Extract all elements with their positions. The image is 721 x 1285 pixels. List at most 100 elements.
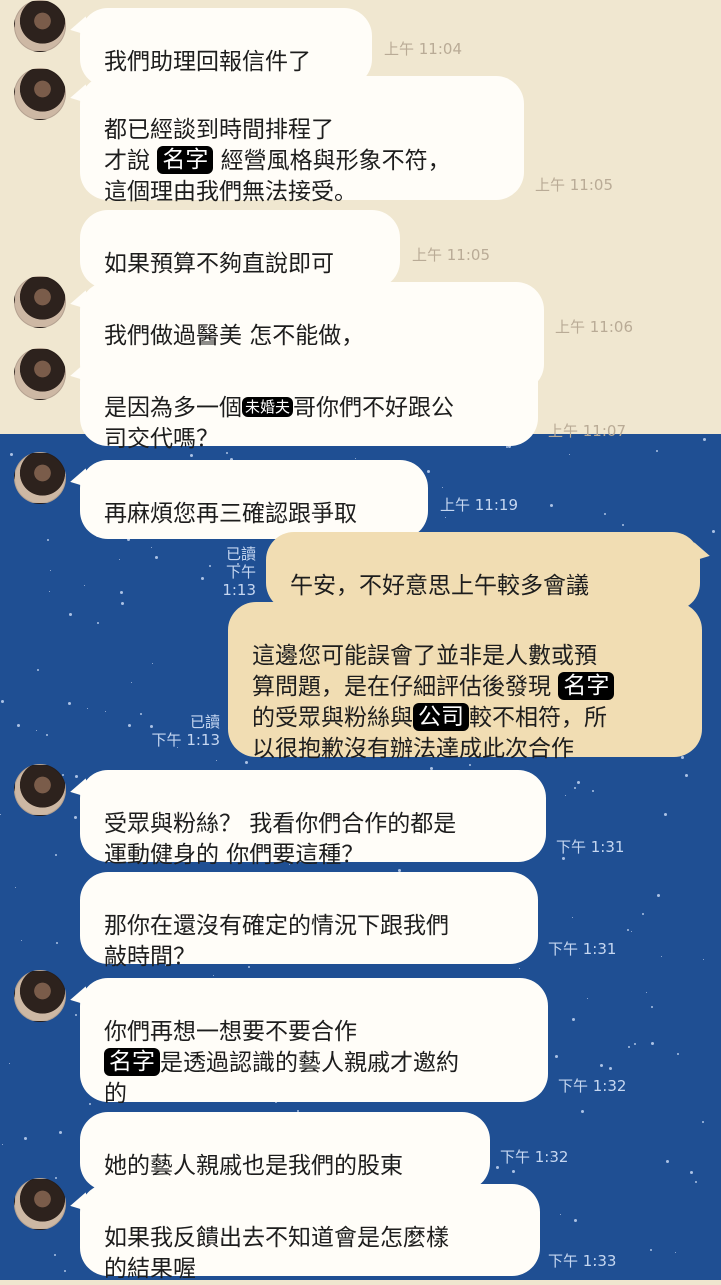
message-text: 如果我反饋出去不知道會是怎麼樣 xyxy=(104,1225,449,1251)
message-bubble[interactable]: 那你在還沒有確定的情況下跟我們 敲時間？ xyxy=(80,872,538,970)
contact-avatar[interactable] xyxy=(14,348,66,400)
message-text: 那你在還沒有確定的情況下跟我們 xyxy=(104,913,449,939)
star-speck xyxy=(512,1170,515,1173)
contact-avatar[interactable] xyxy=(14,970,66,1022)
star-speck xyxy=(560,1214,561,1215)
star-speck xyxy=(213,975,214,976)
star-speck xyxy=(9,1063,10,1064)
star-speck xyxy=(105,711,106,712)
star-speck xyxy=(661,956,662,957)
star-speck xyxy=(664,813,667,816)
star-speck xyxy=(68,702,71,705)
message-bubble[interactable]: 都已經談到時間排程了 才說 名字 經營風格與形象不符， 這個理由我們無法接受。 xyxy=(80,76,524,205)
star-speck xyxy=(702,1121,704,1123)
star-speck xyxy=(604,513,606,515)
star-speck xyxy=(651,1006,653,1008)
message-bubble[interactable]: 如果預算不夠直說即可 xyxy=(80,210,400,289)
star-speck xyxy=(2,1144,3,1145)
message-time: 上午 11:05 xyxy=(535,176,613,194)
contact-avatar[interactable] xyxy=(14,0,66,52)
contact-avatar[interactable] xyxy=(14,452,66,504)
star-speck xyxy=(634,1043,636,1045)
star-speck xyxy=(496,1166,499,1169)
star-speck xyxy=(64,1270,66,1272)
star-speck xyxy=(87,708,88,709)
star-speck xyxy=(0,814,1,815)
message-text: 都已經談到時間排程了 xyxy=(104,117,334,143)
star-speck xyxy=(631,931,632,932)
contact-avatar[interactable] xyxy=(14,764,66,816)
star-speck xyxy=(226,452,228,454)
star-speck xyxy=(442,487,443,488)
message-text: 敲時間？ xyxy=(104,944,196,970)
star-speck xyxy=(592,790,594,792)
contact-avatar[interactable] xyxy=(14,68,66,120)
star-speck xyxy=(128,724,131,727)
message-text: 這個理由我們無法接受。 xyxy=(104,179,357,205)
read-label: 已讀 xyxy=(225,545,256,563)
star-speck xyxy=(628,1046,630,1048)
message-text: 運動健身的 你們要這種？ xyxy=(104,842,365,868)
message-time: 下午 1:32 xyxy=(558,1077,627,1095)
redacted-name-tag: 名字 xyxy=(157,146,214,174)
star-speck xyxy=(622,524,624,526)
message-text: 經營風格與形象不符， xyxy=(213,148,451,174)
star-speck xyxy=(10,453,13,456)
star-speck xyxy=(15,887,16,888)
message-bubble[interactable]: 你們再想一想要不要合作 名字 是透過認識的藝人親戚才邀約的 xyxy=(80,978,548,1107)
message-text: 哥你們不好跟公 xyxy=(293,395,455,421)
message-bubble[interactable]: 是因為多一個 未婚夫 哥你們不好跟公 司交代嗎？ xyxy=(80,354,538,452)
message-time: 上午 11:07 xyxy=(548,422,626,440)
message-text: 的受眾與粉絲與 xyxy=(252,705,413,731)
star-speck xyxy=(47,539,49,541)
star-speck xyxy=(651,1042,654,1045)
star-speck xyxy=(581,1110,584,1113)
star-speck xyxy=(657,894,660,897)
message-text: 算問題，是在仔細評估後發現 xyxy=(252,674,559,700)
star-speck xyxy=(642,913,644,915)
redacted-company-tag: 公司 xyxy=(413,703,469,731)
message-text: 是透過認識的藝人親戚才邀約 xyxy=(160,1050,459,1076)
message-bubble[interactable]: 受眾與粉絲？ 我看你們合作的都是 運動健身的 你們要這種？ xyxy=(80,770,546,868)
contact-avatar[interactable] xyxy=(14,276,66,328)
star-speck xyxy=(46,734,48,736)
star-speck xyxy=(152,663,153,664)
star-speck xyxy=(656,450,658,452)
star-speck xyxy=(50,570,51,571)
star-speck xyxy=(609,1067,612,1070)
read-label: 已讀 xyxy=(189,713,220,731)
star-speck xyxy=(677,1053,679,1055)
star-speck xyxy=(562,857,565,860)
message-text: 司交代嗎？ xyxy=(104,426,219,452)
redacted-fiance-tag: 未婚夫 xyxy=(242,397,294,417)
star-speck xyxy=(97,622,99,624)
message-text: 午安，不好意思上午較多會議 xyxy=(290,573,589,599)
message-text: 較不相符，所 xyxy=(469,705,607,731)
message-text: 我們做過醫美 怎不能做， xyxy=(104,323,365,349)
message-bubble[interactable]: 如果我反饋出去不知道會是怎麼樣 的結果喔 xyxy=(80,1184,540,1282)
outgoing-message-bubble[interactable]: 這邊您可能誤會了並非是人數或預 算問題，是在仔細評估後發現 名字 的受眾與粉絲與 公司… xyxy=(228,602,702,762)
star-speck xyxy=(666,1160,669,1163)
star-speck xyxy=(1,700,4,703)
outgoing-message-bubble[interactable]: 午安，不好意思上午較多會議 xyxy=(266,532,700,611)
message-text: 再麻煩您再三確認跟爭取 xyxy=(104,501,357,527)
star-speck xyxy=(37,669,39,671)
star-speck xyxy=(54,1254,56,1256)
star-speck xyxy=(89,1103,91,1105)
star-speck xyxy=(572,1018,575,1021)
star-speck xyxy=(248,966,250,968)
message-time: 下午 1:32 xyxy=(500,1148,569,1166)
message-bubble[interactable]: 她的藝人親戚也是我們的股東 xyxy=(80,1112,490,1191)
message-text: 你們再想一想要不要合作 xyxy=(104,1019,357,1045)
star-speck xyxy=(17,724,20,727)
star-speck xyxy=(427,470,430,473)
message-time: 上午 11:06 xyxy=(555,318,633,336)
message-text: 受眾與粉絲？ 我看你們合作的都是 xyxy=(104,811,457,837)
message-bubble[interactable]: 再麻煩您再三確認跟爭取 xyxy=(80,460,428,539)
message-time: 下午 1:33 xyxy=(548,1252,617,1270)
star-speck xyxy=(75,1014,77,1016)
contact-avatar[interactable] xyxy=(14,1178,66,1230)
message-text: 我們助理回報信件了 xyxy=(104,49,311,75)
star-speck xyxy=(587,998,588,999)
star-speck xyxy=(681,756,684,759)
